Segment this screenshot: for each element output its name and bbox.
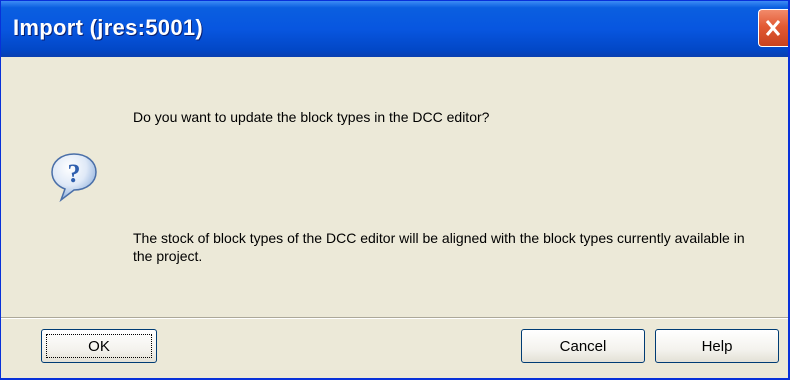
dialog-body: Do you want to update the block types in… (1, 57, 788, 378)
button-divider (1, 317, 788, 319)
help-button[interactable]: Help (655, 329, 779, 363)
close-button[interactable] (758, 9, 788, 47)
cancel-button[interactable]: Cancel (521, 329, 645, 363)
question-icon: ? (47, 150, 101, 209)
close-icon (765, 20, 781, 36)
import-dialog: Import (jres:5001) Do you want to update… (0, 0, 790, 380)
title-bar[interactable]: Import (jres:5001) (1, 1, 788, 57)
ok-button[interactable]: OK (41, 329, 157, 363)
question-text: Do you want to update the block types in… (133, 109, 490, 125)
cancel-label: Cancel (559, 337, 607, 355)
svg-text:?: ? (68, 159, 81, 188)
focus-rectangle (46, 334, 152, 358)
details-text: The stock of block types of the DCC edit… (133, 230, 745, 264)
window-title: Import (jres:5001) (13, 15, 204, 40)
help-label: Help (701, 337, 733, 355)
